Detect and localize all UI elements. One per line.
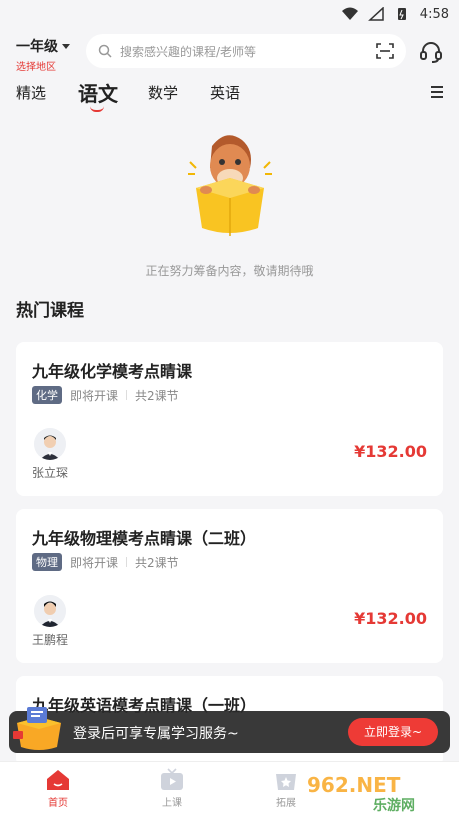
header: 一年级 选择地区 搜索感兴趣的课程/老师等 (0, 32, 459, 73)
signal-icon (367, 7, 384, 21)
login-button[interactable]: 立即登录~ (348, 718, 438, 746)
search-input[interactable]: 搜索感兴趣的课程/老师等 (120, 43, 368, 60)
course-status: 即将开课 (70, 388, 119, 403)
section-title-hot-courses: 热门课程 (16, 301, 84, 321)
course-meta: 化学 即将开课 共2课节 (32, 386, 179, 404)
nav-class[interactable]: 上课 (142, 768, 202, 809)
course-status: 即将开课 (70, 555, 119, 570)
menu-icon[interactable] (431, 86, 443, 98)
scan-icon[interactable] (376, 42, 394, 60)
region-selector[interactable]: 选择地区 (16, 58, 70, 73)
divider (126, 390, 128, 400)
status-time: 4:58 (419, 6, 449, 22)
star-bag-icon (276, 774, 296, 790)
nav-extend-label: 拓展 (276, 798, 296, 809)
teacher-avatar (34, 428, 66, 460)
tab-featured[interactable]: 精选 (16, 82, 46, 103)
course-price: ¥132.00 (354, 442, 427, 461)
home-icon (47, 770, 69, 790)
horse-mascot-illustration (187, 135, 272, 236)
divider (126, 557, 128, 567)
empty-state: 正在努力筹备内容，敬请期待哦 (0, 126, 459, 279)
course-meta: 物理 即将开课 共2课节 (32, 553, 179, 571)
search-bar[interactable]: 搜索感兴趣的课程/老师等 (86, 34, 406, 68)
bottom-navigation: 首页 上课 拓展 962.NET 乐游网 (0, 761, 459, 817)
nav-home-label: 首页 (48, 798, 68, 809)
subject-tabs: 精选 语文 数学 英语 (0, 78, 459, 114)
search-icon (98, 44, 112, 58)
lesson-count: 共2课节 (135, 388, 179, 403)
tab-english[interactable]: 英语 (210, 82, 240, 103)
wifi-icon (341, 7, 358, 20)
watermark-logo: 962.NET 乐游网 (307, 773, 415, 812)
course-title: 九年级化学模考点睛课 (32, 362, 193, 381)
teacher-avatar (34, 595, 66, 627)
lesson-count: 共2课节 (135, 555, 179, 570)
tv-icon (161, 768, 183, 790)
active-tab-indicator (90, 106, 104, 112)
caret-down-icon (62, 43, 70, 49)
course-title: 九年级物理模考点睛课（二班） (32, 529, 257, 548)
svg-text:962.NET: 962.NET (307, 773, 401, 797)
login-banner[interactable]: 登录后可享专属学习服务~ 立即登录~ (9, 707, 450, 753)
nav-class-label: 上课 (162, 798, 182, 809)
teacher-name: 张立琛 (32, 466, 69, 480)
gift-box-icon (13, 707, 61, 750)
grade-selector[interactable]: 一年级 选择地区 (16, 36, 70, 73)
battery-icon (397, 8, 406, 20)
customer-service-icon[interactable] (419, 40, 443, 64)
course-card[interactable]: 九年级物理模考点睛课（二班） 物理 即将开课 共2课节 王鹏程 ¥132.00 (16, 509, 443, 663)
grade-label: 一年级 (16, 39, 58, 55)
tab-math[interactable]: 数学 (148, 82, 178, 103)
login-banner-text: 登录后可享专属学习服务~ (73, 726, 239, 742)
course-price: ¥132.00 (354, 609, 427, 628)
tab-chinese[interactable]: 语文 (78, 78, 118, 107)
subject-tag: 物理 (32, 553, 62, 571)
subject-tag: 化学 (32, 386, 62, 404)
empty-state-message: 正在努力筹备内容，敬请期待哦 (145, 264, 314, 278)
nav-home[interactable]: 首页 (28, 768, 88, 809)
teacher-name: 王鹏程 (32, 633, 69, 647)
status-bar: 4:58 (0, 0, 459, 28)
course-card[interactable]: 九年级化学模考点睛课 化学 即将开课 共2课节 张立琛 ¥132.00 (16, 342, 443, 496)
svg-text:乐游网: 乐游网 (373, 797, 415, 812)
